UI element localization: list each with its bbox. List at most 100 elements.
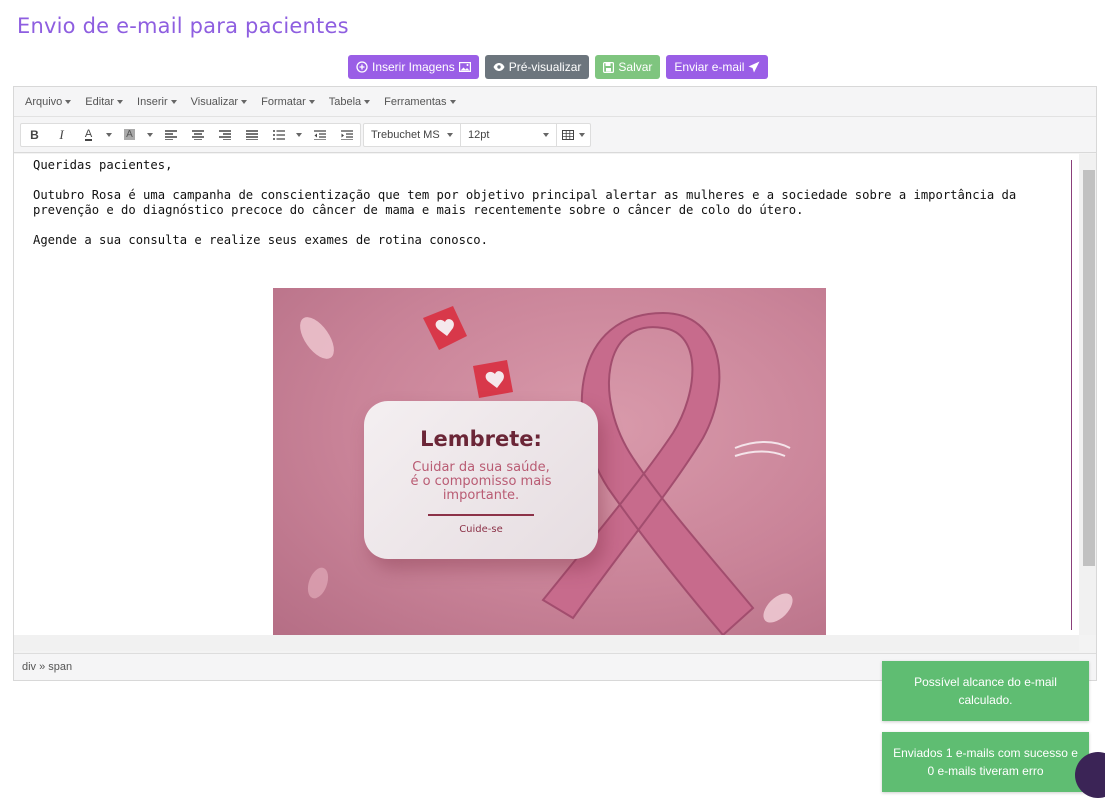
paper-plane-icon (748, 61, 760, 73)
element-path: div » span (22, 661, 73, 673)
menu-ferramentas[interactable]: Ferramentas (377, 96, 462, 108)
greeting-text: Queridas pacientes, (33, 158, 173, 172)
menu-ferramentas-label: Ferramentas (384, 95, 447, 108)
editor-menubar: Arquivo Editar Inserir Visualizar Format… (14, 87, 1096, 117)
align-left-icon (164, 129, 177, 140)
caret-down-icon (296, 132, 302, 137)
save-label: Salvar (618, 60, 653, 74)
plus-circle-icon (356, 61, 368, 73)
reminder-signature: Cuide-se (459, 524, 503, 535)
table-icon (562, 129, 574, 140)
reminder-line-1: Cuidar da sua saúde, (412, 460, 550, 475)
font-family-select[interactable]: Trebuchet MS (364, 124, 460, 146)
align-right-button[interactable] (211, 124, 238, 146)
floppy-disk-icon (603, 61, 615, 73)
bullet-list-dropdown[interactable] (292, 124, 306, 146)
reminder-heading: Lembrete: (420, 427, 542, 451)
align-left-button[interactable] (157, 124, 184, 146)
menu-formatar[interactable]: Formatar (254, 96, 322, 108)
caret-down-icon (241, 99, 248, 104)
align-justify-icon (245, 129, 258, 140)
indent-icon (340, 129, 353, 140)
align-right-icon (218, 129, 231, 140)
menu-tabela[interactable]: Tabela (322, 96, 377, 108)
font-family-value: Trebuchet MS (371, 128, 440, 141)
text-color-button[interactable]: A (75, 124, 102, 146)
insert-images-button[interactable]: Inserir Imagens (348, 55, 479, 79)
menu-arquivo-label: Arquivo (25, 95, 63, 108)
menu-arquivo[interactable]: Arquivo (18, 96, 78, 108)
bold-icon: B (30, 127, 39, 142)
menu-visualizar-label: Visualizar (190, 95, 239, 108)
preview-label: Pré-visualizar (508, 60, 582, 74)
table-button[interactable] (556, 123, 590, 146)
outdent-button[interactable] (306, 124, 333, 146)
text-color-dropdown[interactable] (102, 124, 116, 146)
indent-button[interactable] (333, 124, 360, 146)
rich-text-editor: Arquivo Editar Inserir Visualizar Format… (13, 86, 1097, 681)
font-size-value: 12pt (468, 128, 490, 141)
send-email-button[interactable]: Enviar e-mail (666, 55, 769, 79)
caret-down-icon (543, 132, 549, 137)
email-body[interactable]: Queridas pacientes, Outubro Rosa é uma c… (33, 158, 1073, 263)
reminder-line-2: é o compomisso mais (410, 474, 552, 489)
toast-send-result[interactable]: Enviados 1 e-mails com sucesso e 0 e-mai… (882, 732, 1089, 792)
caret-down-icon (447, 132, 453, 137)
menu-editar-label: Editar (85, 95, 115, 108)
preview-button[interactable]: Pré-visualizar (484, 55, 590, 79)
menu-visualizar[interactable]: Visualizar (184, 96, 255, 108)
scrollbar-thumb[interactable] (1083, 170, 1095, 566)
caret-down-icon (106, 132, 112, 137)
menu-tabela-label: Tabela (328, 95, 362, 108)
toast-message: Possível alcance do e-mail calculado. (914, 675, 1057, 707)
toast-message: Enviados 1 e-mails com sucesso e 0 e-mai… (893, 746, 1078, 778)
divider (428, 514, 534, 516)
bold-button[interactable]: B (21, 124, 48, 146)
background-color-dropdown[interactable] (143, 124, 157, 146)
menu-editar[interactable]: Editar (78, 96, 130, 108)
bullet-list-button[interactable] (265, 124, 292, 146)
editor-content[interactable]: Queridas pacientes, Outubro Rosa é uma c… (14, 154, 1096, 635)
caret-down-icon (579, 132, 585, 137)
campaign-image[interactable]: Lembrete: Cuidar da sua saúde, é o compo… (273, 288, 826, 635)
page-title: Envio de e-mail para pacientes (17, 14, 349, 38)
outdent-icon (313, 129, 326, 140)
justify-button[interactable] (238, 124, 265, 146)
horizontal-scrollbar[interactable] (14, 635, 1079, 651)
editor-toolbar: B I A A Trebuchet MS 12pt (14, 117, 1096, 153)
menu-inserir[interactable]: Inserir (130, 96, 184, 108)
bullet-list-icon (272, 129, 285, 140)
background-color-button[interactable]: A (116, 124, 143, 146)
italic-button[interactable]: I (48, 124, 75, 146)
caret-down-icon (170, 99, 177, 104)
caret-down-icon (65, 99, 72, 104)
align-center-button[interactable] (184, 124, 211, 146)
vertical-scrollbar[interactable] (1079, 154, 1096, 635)
caret-down-icon (147, 132, 153, 137)
send-email-label: Enviar e-mail (674, 60, 745, 74)
eye-icon (493, 62, 505, 72)
insert-images-label: Inserir Imagens (372, 60, 455, 74)
caret-down-icon (308, 99, 315, 104)
caret-down-icon (117, 99, 124, 104)
toast-reach-calculated[interactable]: Possível alcance do e-mail calculado. (882, 661, 1089, 721)
action-bar: Inserir Imagens Pré-visualizar Salvar En… (348, 55, 769, 79)
caret-down-icon (364, 99, 371, 104)
toolbar-group: B I A A (20, 122, 361, 147)
paragraph-1: Outubro Rosa é uma campanha de conscient… (33, 188, 1017, 217)
text-color-icon: A (84, 127, 93, 141)
align-center-icon (191, 129, 204, 140)
font-group: Trebuchet MS 12pt (363, 122, 591, 147)
editor-right-border (1071, 160, 1072, 630)
caret-down-icon (449, 99, 456, 104)
menu-formatar-label: Formatar (261, 95, 306, 108)
reminder-card: Lembrete: Cuidar da sua saúde, é o compo… (364, 401, 598, 559)
italic-icon: I (59, 126, 64, 142)
font-size-select[interactable]: 12pt (460, 123, 556, 146)
image-icon (458, 62, 471, 72)
menu-inserir-label: Inserir (137, 95, 168, 108)
reminder-line-3: importante. (442, 488, 520, 503)
save-button[interactable]: Salvar (595, 55, 661, 79)
background-color-icon: A (124, 129, 135, 140)
paragraph-2: Agende a sua consulta e realize seus exa… (33, 233, 488, 247)
